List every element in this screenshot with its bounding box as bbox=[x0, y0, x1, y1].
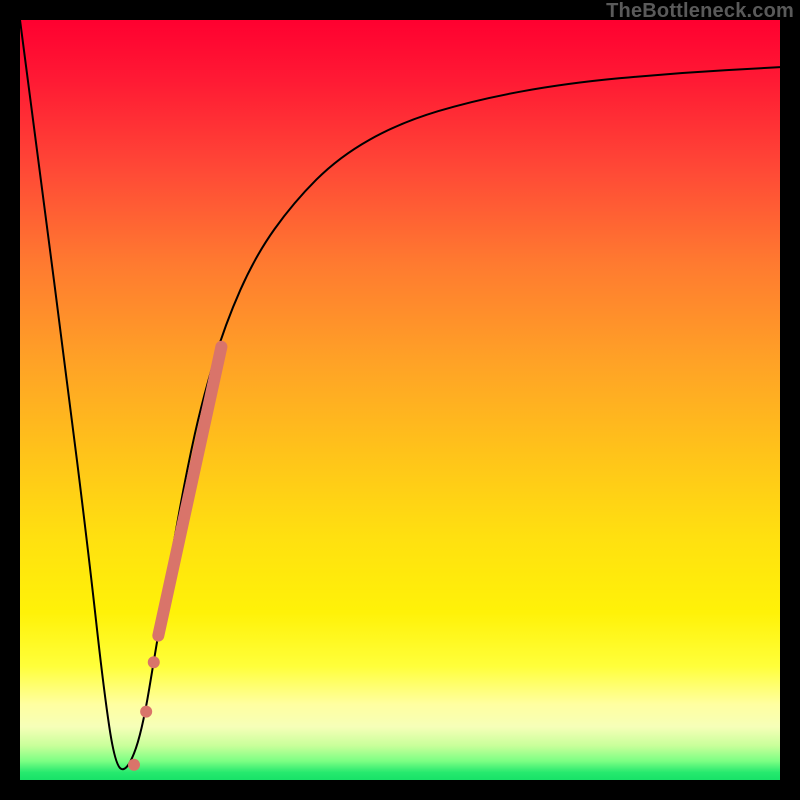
chart-frame: TheBottleneck.com bbox=[0, 0, 800, 800]
highlight-dot bbox=[148, 656, 160, 668]
plot-area bbox=[20, 20, 780, 780]
highlight-dots bbox=[128, 656, 160, 771]
curve-svg bbox=[20, 20, 780, 780]
bottleneck-curve bbox=[20, 20, 780, 769]
highlight-dot bbox=[140, 706, 152, 718]
highlight-dot bbox=[128, 759, 140, 771]
highlight-segment bbox=[158, 347, 221, 636]
